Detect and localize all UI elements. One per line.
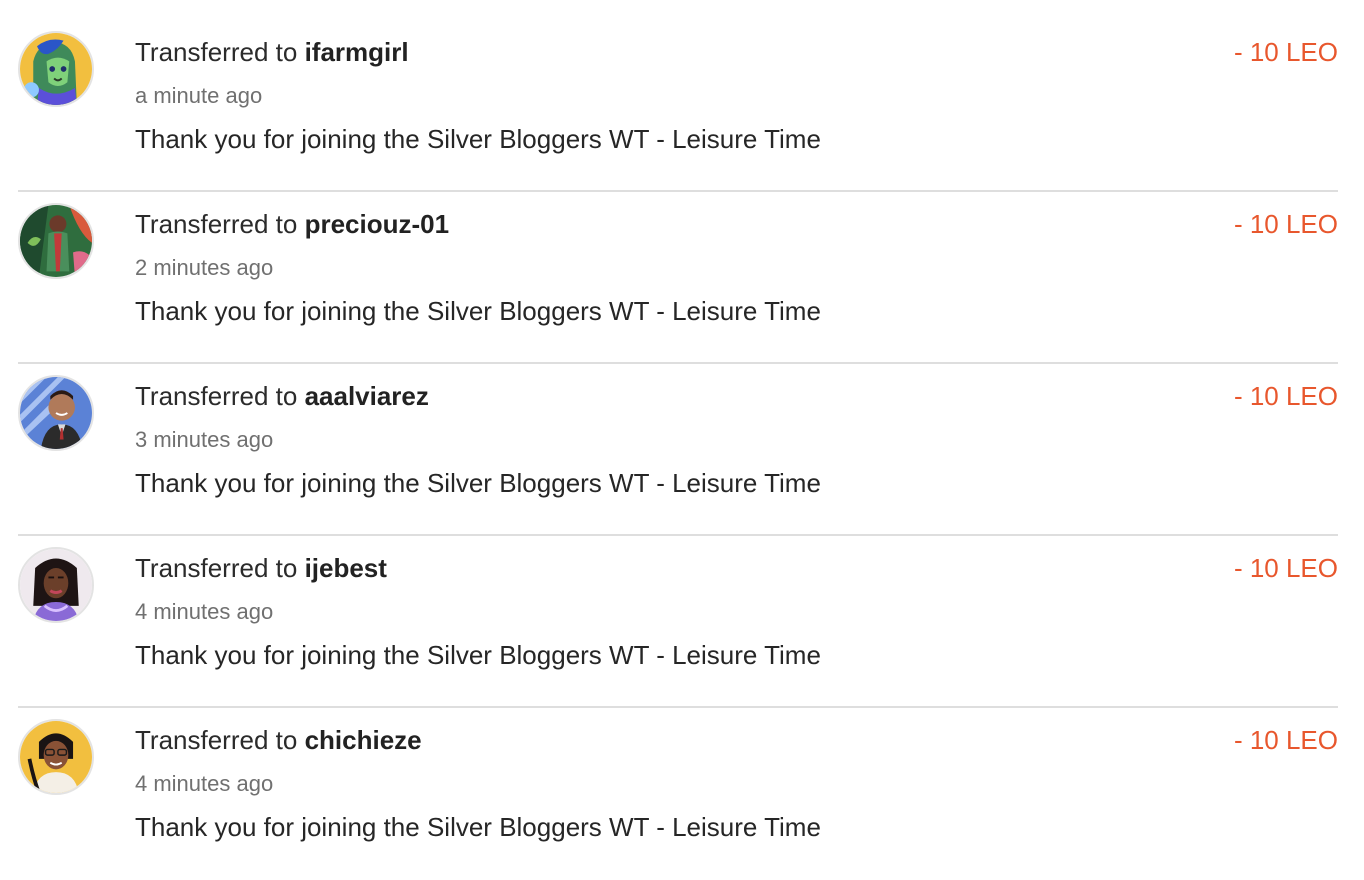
transfer-amount: - 10 LEO bbox=[1233, 209, 1338, 239]
transfer-row: Transferred to ifarmgirl a minute ago Th… bbox=[18, 20, 1338, 192]
transfer-amount: - 10 LEO bbox=[1233, 37, 1338, 67]
recipient-username[interactable]: aaalviarez bbox=[305, 381, 429, 411]
recipient-username[interactable]: ifarmgirl bbox=[305, 37, 409, 67]
transfer-timestamp: 3 minutes ago bbox=[135, 427, 274, 452]
transfer-prefix: Transferred to bbox=[135, 37, 298, 67]
transfer-timestamp: 2 minutes ago bbox=[135, 255, 274, 280]
transfer-title: Transferred to chichieze bbox=[135, 723, 422, 757]
transfer-memo: Thank you for joining the Silver Blogger… bbox=[135, 468, 821, 498]
transfer-title: Transferred to preciouz-01 bbox=[135, 207, 449, 241]
avatar-preciouz-01-icon bbox=[20, 205, 92, 277]
recipient-username[interactable]: preciouz-01 bbox=[305, 209, 450, 239]
user-avatar-chichieze[interactable] bbox=[18, 719, 94, 795]
transfer-memo: Thank you for joining the Silver Blogger… bbox=[135, 124, 821, 154]
recipient-username[interactable]: ijebest bbox=[305, 553, 387, 583]
transfer-row: Transferred to aaalviarez 3 minutes ago … bbox=[18, 364, 1338, 536]
user-avatar-preciouz-01[interactable] bbox=[18, 203, 94, 279]
transfer-amount: - 10 LEO bbox=[1233, 381, 1338, 411]
user-avatar-ifarmgirl[interactable] bbox=[18, 31, 94, 107]
transfer-history-list: Transferred to ifarmgirl a minute ago Th… bbox=[0, 0, 1364, 866]
transfer-prefix: Transferred to bbox=[135, 381, 298, 411]
transfer-prefix: Transferred to bbox=[135, 725, 298, 755]
transfer-memo: Thank you for joining the Silver Blogger… bbox=[135, 812, 821, 842]
transfer-memo: Thank you for joining the Silver Blogger… bbox=[135, 640, 821, 670]
transfer-timestamp: 4 minutes ago bbox=[135, 599, 274, 624]
user-avatar-ijebest[interactable] bbox=[18, 547, 94, 623]
user-avatar-aaalviarez[interactable] bbox=[18, 375, 94, 451]
transfer-timestamp: a minute ago bbox=[135, 83, 263, 108]
transfer-amount: - 10 LEO bbox=[1233, 553, 1338, 583]
transfer-prefix: Transferred to bbox=[135, 553, 298, 583]
transfer-title: Transferred to ijebest bbox=[135, 551, 387, 585]
transfer-prefix: Transferred to bbox=[135, 209, 298, 239]
transfer-timestamp: 4 minutes ago bbox=[135, 771, 274, 796]
transfer-memo: Thank you for joining the Silver Blogger… bbox=[135, 296, 821, 326]
avatar-ijebest-icon bbox=[20, 549, 92, 621]
recipient-username[interactable]: chichieze bbox=[305, 725, 422, 755]
transfer-row: Transferred to ijebest 4 minutes ago Tha… bbox=[18, 536, 1338, 708]
transfer-row: Transferred to chichieze 4 minutes ago T… bbox=[18, 708, 1338, 880]
transfer-title: Transferred to ifarmgirl bbox=[135, 35, 409, 69]
avatar-aaalviarez-icon bbox=[20, 377, 92, 449]
avatar-ifarmgirl-icon bbox=[20, 33, 92, 105]
avatar-chichieze-icon bbox=[20, 721, 92, 793]
transfer-amount: - 10 LEO bbox=[1233, 725, 1338, 755]
transfer-title: Transferred to aaalviarez bbox=[135, 379, 429, 413]
transfer-row: Transferred to preciouz-01 2 minutes ago… bbox=[18, 192, 1338, 364]
